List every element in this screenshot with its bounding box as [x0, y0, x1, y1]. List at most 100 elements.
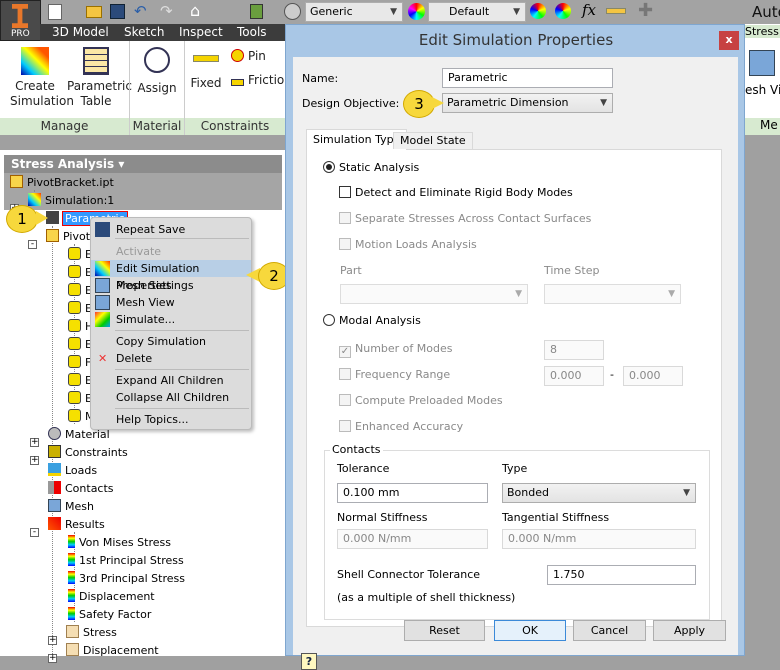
- feature-node[interactable]: E: [68, 391, 92, 407]
- loads-node[interactable]: Loads: [48, 463, 97, 479]
- expand-icon[interactable]: +: [48, 636, 57, 645]
- tolerance-input[interactable]: 0.100 mm: [337, 483, 488, 503]
- create-simulation-button[interactable]: Create Simulation: [5, 47, 74, 109]
- first-principal-result[interactable]: 1st Principal Stress: [68, 553, 184, 569]
- open-folder-icon[interactable]: [86, 6, 102, 18]
- contact-type-select[interactable]: Bonded ▼: [502, 483, 696, 503]
- displacement-result[interactable]: Displacement: [68, 589, 155, 605]
- new-file-icon[interactable]: [48, 4, 62, 20]
- measure-icon[interactable]: [606, 8, 626, 14]
- frictionless-constraint-button[interactable]: Frictio: [231, 73, 284, 88]
- cancel-button[interactable]: Cancel: [573, 620, 646, 641]
- displacement-folder[interactable]: Displacement: [66, 643, 159, 659]
- parametric-table-button[interactable]: Parametric Table: [66, 47, 132, 109]
- frequency-range-checkbox[interactable]: Frequency Range: [339, 368, 450, 381]
- browser-title[interactable]: Stress Analysis ▾: [4, 155, 282, 173]
- stress-folder[interactable]: Stress: [66, 625, 117, 641]
- tab-model-state[interactable]: Model State: [393, 132, 473, 149]
- feat-icon: [68, 283, 81, 296]
- menu-item-expand-all-children[interactable]: Expand All Children: [91, 372, 251, 389]
- frequency-max-input[interactable]: 0.000: [623, 366, 683, 386]
- menu-item-mesh-view[interactable]: Mesh View: [91, 294, 251, 311]
- feature-node[interactable]: F: [68, 355, 91, 371]
- safety-factor-result[interactable]: Safety Factor: [68, 607, 151, 623]
- reset-button[interactable]: Reset: [404, 620, 485, 641]
- expand-icon[interactable]: +: [48, 654, 57, 663]
- results-node[interactable]: Results: [48, 517, 105, 533]
- part-select[interactable]: ▼: [340, 284, 528, 304]
- design-objective-select[interactable]: Parametric Dimension ▼: [442, 93, 613, 113]
- render-icon[interactable]: [284, 3, 301, 20]
- ok-button[interactable]: OK: [494, 620, 566, 641]
- feature-node[interactable]: E: [68, 283, 92, 299]
- feature-node[interactable]: E: [68, 301, 92, 317]
- ribbon-tabs: 3D Model Sketch Inspect Tools: [40, 24, 285, 41]
- number-of-modes-input[interactable]: 8: [544, 340, 604, 360]
- res-icon: [48, 517, 61, 530]
- assign-material-button[interactable]: Assign: [134, 47, 180, 96]
- feature-node[interactable]: E: [68, 247, 92, 263]
- tab-inspect[interactable]: Inspect: [179, 25, 223, 39]
- menu-item-repeat-save[interactable]: Repeat Save: [91, 221, 251, 238]
- detect-rigid-body-checkbox[interactable]: Detect and Eliminate Rigid Body Modes: [339, 186, 573, 199]
- checkbox: [339, 420, 351, 432]
- home-icon[interactable]: ⌂: [190, 1, 200, 20]
- collapse-icon[interactable]: -: [28, 240, 37, 249]
- feature-node[interactable]: E: [68, 265, 92, 281]
- menu-item-mesh-settings[interactable]: Mesh Settings: [91, 277, 251, 294]
- apply-button[interactable]: Apply: [653, 620, 726, 641]
- plus-icon[interactable]: ✚: [638, 0, 653, 21]
- mesh-node[interactable]: Mesh: [48, 499, 94, 515]
- menu-item-activate[interactable]: Activate: [91, 243, 251, 260]
- expand-icon[interactable]: +: [30, 438, 39, 447]
- appearance-dropdown[interactable]: Default ▼: [428, 2, 526, 22]
- pin-constraint-button[interactable]: Pin: [231, 49, 266, 64]
- constraints-node[interactable]: Constraints: [48, 445, 128, 461]
- part-node[interactable]: PivotBracket.ipt: [10, 175, 114, 191]
- tab-sketch[interactable]: Sketch: [124, 25, 164, 39]
- shell-connector-tolerance-input[interactable]: 1.750: [547, 565, 696, 585]
- undo-icon[interactable]: ↶: [134, 2, 147, 20]
- adjust-appearance-icon[interactable]: [530, 3, 546, 19]
- modal-analysis-radio[interactable]: Modal Analysis: [323, 314, 421, 327]
- tab-stress-analysis[interactable]: Stress A: [745, 25, 780, 38]
- update-icon[interactable]: [250, 4, 263, 19]
- color-wheel-icon[interactable]: [408, 3, 425, 20]
- feature-node[interactable]: E: [68, 337, 92, 353]
- menu-item-collapse-all-children[interactable]: Collapse All Children: [91, 389, 251, 406]
- clear-appearance-icon[interactable]: [555, 3, 571, 19]
- enhanced-accuracy-checkbox[interactable]: Enhanced Accuracy: [339, 420, 463, 433]
- collapse-icon[interactable]: -: [30, 528, 39, 537]
- frequency-min-input[interactable]: 0.000: [544, 366, 604, 386]
- fixed-constraint-button[interactable]: Fixed: [188, 55, 224, 91]
- motion-loads-checkbox[interactable]: Motion Loads Analysis: [339, 238, 477, 251]
- static-analysis-radio[interactable]: Static Analysis: [323, 161, 419, 174]
- menu-item-simulate[interactable]: Simulate...: [91, 311, 251, 328]
- simulation-node[interactable]: Simulation:1: [28, 193, 114, 209]
- expand-icon[interactable]: +: [30, 456, 39, 465]
- normal-stiffness-input[interactable]: 0.000 N/mm: [337, 529, 488, 549]
- redo-icon[interactable]: ↷: [160, 2, 173, 20]
- compute-preloaded-checkbox[interactable]: Compute Preloaded Modes: [339, 394, 503, 407]
- von-mises-result[interactable]: Von Mises Stress: [68, 535, 171, 551]
- separate-stresses-checkbox[interactable]: Separate Stresses Across Contact Surface…: [339, 212, 591, 225]
- number-of-modes-checkbox[interactable]: ✓ Number of Modes: [339, 342, 453, 358]
- menu-item-copy-simulation[interactable]: Copy Simulation: [91, 333, 251, 350]
- third-principal-result[interactable]: 3rd Principal Stress: [68, 571, 185, 587]
- parameters-fx-icon[interactable]: fx: [582, 1, 596, 19]
- time-step-select[interactable]: ▼: [544, 284, 681, 304]
- app-logo[interactable]: PRO: [0, 0, 41, 41]
- close-button[interactable]: x: [719, 31, 739, 50]
- name-input[interactable]: Parametric: [442, 68, 613, 88]
- menu-item-help-topics[interactable]: Help Topics...: [91, 411, 251, 428]
- contacts-node[interactable]: Contacts: [48, 481, 114, 497]
- material-dropdown[interactable]: Generic ▼: [305, 2, 403, 22]
- mesh-view-button[interactable]: esh Vie: [745, 83, 780, 97]
- menu-item-edit-simulation-properties[interactable]: Edit Simulation Properties: [91, 260, 251, 292]
- tab-tools[interactable]: Tools: [237, 25, 267, 39]
- save-icon[interactable]: [110, 4, 125, 19]
- tab-3d-model[interactable]: 3D Model: [52, 25, 109, 39]
- menu-item-delete[interactable]: ✕ Delete: [91, 350, 251, 367]
- tangential-stiffness-input[interactable]: 0.000 N/mm: [502, 529, 696, 549]
- feature-node[interactable]: E: [68, 373, 92, 389]
